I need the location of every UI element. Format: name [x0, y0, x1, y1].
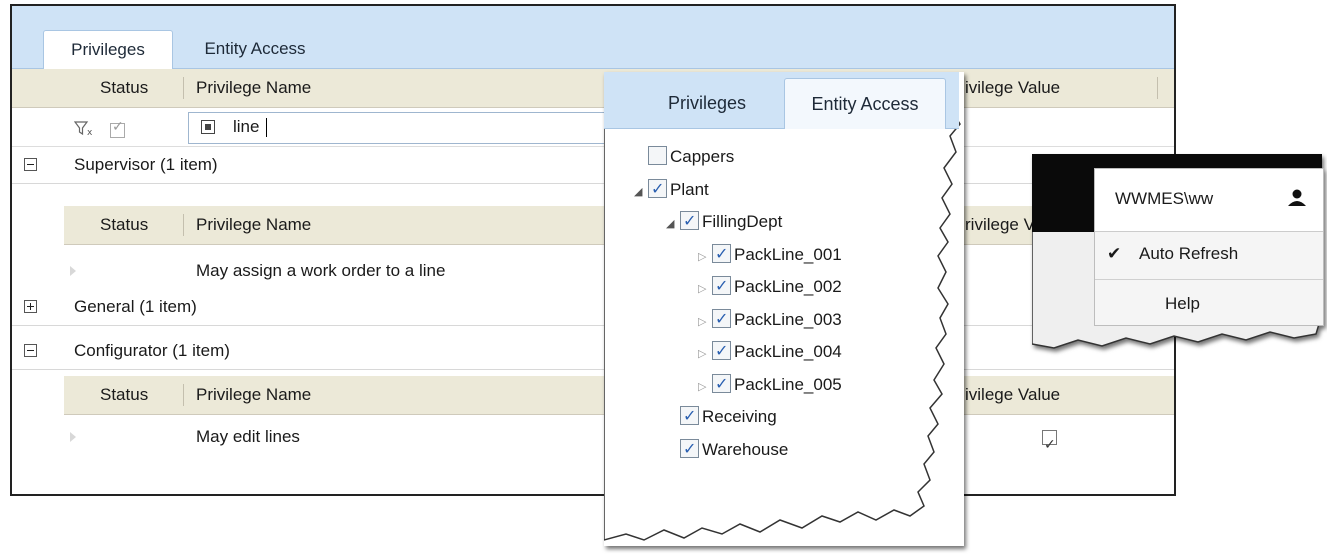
tree-node-label: PackLine_005: [734, 374, 842, 394]
tab-entity-access[interactable]: Entity Access: [784, 78, 946, 129]
column-separator[interactable]: [183, 214, 184, 236]
tree-node-label: Warehouse: [702, 439, 789, 459]
column-header-status[interactable]: Status: [100, 376, 148, 414]
expand-icon[interactable]: [24, 300, 37, 313]
tree-node-label: PackLine_003: [734, 309, 842, 329]
column-header-privilege-name[interactable]: Privilege Name: [196, 206, 311, 244]
group-supervisor[interactable]: Supervisor (1 item): [12, 147, 1174, 184]
tree-node[interactable]: ◢ Plant: [634, 176, 709, 205]
group-configurator[interactable]: Configurator (1 item): [12, 333, 1174, 370]
tree-expand-icon[interactable]: ▷: [698, 276, 712, 302]
column-header-privilege-value[interactable]: rivilege V: [965, 206, 1035, 244]
group-title: General (1 item): [74, 297, 197, 316]
user-dropdown-menu: WWMES\ww ✔ Auto Refresh Help: [1094, 168, 1324, 326]
menu-item-auto-refresh[interactable]: ✔ Auto Refresh: [1095, 231, 1323, 277]
menu-item-label: Help: [1165, 294, 1200, 313]
column-header-privilege-name[interactable]: Privilege Name: [196, 69, 311, 107]
text-caret: [266, 118, 267, 137]
table-row[interactable]: May assign a work order to a line: [12, 252, 1174, 290]
tree-expand-icon[interactable]: ▷: [698, 374, 712, 400]
user-account-button[interactable]: WWMES\ww: [1095, 169, 1323, 232]
status-filter-checkbox[interactable]: [110, 119, 125, 139]
tree-node-checkbox[interactable]: [680, 436, 699, 462]
tree-node-checkbox[interactable]: [712, 241, 731, 267]
menu-item-label: Auto Refresh: [1139, 244, 1239, 263]
tree-node-checkbox[interactable]: [712, 273, 731, 299]
check-icon: ✔: [1107, 244, 1122, 264]
tree-node[interactable]: Warehouse: [666, 436, 789, 463]
tree-expand-icon[interactable]: ▷: [698, 244, 712, 270]
menu-divider: [1095, 279, 1323, 280]
tree-expand-icon[interactable]: ▷: [698, 309, 712, 335]
privilege-value-cell[interactable]: [1042, 418, 1057, 464]
group-general[interactable]: General (1 item): [12, 289, 1174, 326]
tree-collapse-icon[interactable]: ◢: [634, 179, 648, 205]
menu-item-help[interactable]: Help: [1095, 281, 1323, 327]
tab-entity-access[interactable]: Entity Access: [180, 30, 330, 68]
tree-node-checkbox[interactable]: [712, 338, 731, 364]
tree-node-label: Receiving: [702, 407, 777, 426]
column-header-privilege-value[interactable]: ivilege Value: [965, 69, 1060, 107]
tree-node[interactable]: ▷ PackLine_002: [698, 273, 842, 302]
collapse-icon[interactable]: [24, 344, 37, 357]
tree-node-checkbox[interactable]: [712, 371, 731, 397]
tree-node-label: PackLine_002: [734, 277, 842, 296]
tree-node[interactable]: Receiving: [666, 403, 777, 430]
tab-privileges[interactable]: Privileges: [43, 30, 173, 70]
tree-node[interactable]: ▷ PackLine_004: [698, 338, 842, 367]
tree-node-label: PackLine_004: [734, 342, 842, 361]
column-separator: [1157, 77, 1158, 99]
filter-row: x line: [12, 108, 1174, 147]
row-expand-icon[interactable]: [70, 266, 76, 276]
tree-node-label: Plant: [670, 179, 709, 199]
column-header-status[interactable]: Status: [100, 206, 148, 244]
column-header-status[interactable]: Status: [100, 69, 148, 107]
tree-node[interactable]: ◢ FillingDept: [666, 208, 783, 237]
privilege-name-cell: May assign a work order to a line: [196, 261, 446, 280]
filter-operator-icon[interactable]: [201, 120, 215, 134]
tree-node[interactable]: ▷ PackLine_003: [698, 306, 842, 335]
tree-node[interactable]: ▷ PackLine_001: [698, 241, 842, 270]
privileges-window: Privileges Entity Access Status Privileg…: [10, 4, 1176, 496]
tree-node-checkbox[interactable]: [648, 176, 667, 202]
column-header-privilege-name[interactable]: Privilege Name: [196, 376, 311, 414]
tree-node-checkbox[interactable]: [648, 146, 667, 165]
group-title: Configurator (1 item): [74, 341, 230, 360]
table-row[interactable]: May edit lines: [12, 418, 1174, 456]
tree-node-label: FillingDept: [702, 212, 783, 231]
privilege-name-cell: May edit lines: [196, 427, 300, 446]
svg-text:x: x: [87, 128, 93, 136]
user-icon: [1288, 189, 1306, 206]
column-separator[interactable]: [183, 384, 184, 406]
filter-text: line: [233, 117, 260, 136]
group-title: Supervisor (1 item): [74, 155, 218, 174]
tree-node-label: PackLine_001: [734, 244, 842, 264]
entity-access-callout: Privileges Entity Access Cappers ◢ Plant ◢ F…: [604, 72, 964, 546]
tree-node[interactable]: ▷ PackLine_005: [698, 371, 842, 400]
user-menu-callout: WWMES\ww ✔ Auto Refresh Help: [1032, 154, 1324, 374]
privilege-value-checkbox[interactable]: [1042, 426, 1057, 464]
column-separator[interactable]: [183, 77, 184, 99]
tree-node-checkbox[interactable]: [712, 306, 731, 332]
clear-filter-icon[interactable]: x: [74, 120, 96, 136]
user-name: WWMES\ww: [1115, 189, 1214, 208]
tab-privileges[interactable]: Privileges: [632, 78, 782, 128]
tree-node-checkbox[interactable]: [680, 403, 699, 429]
entity-tab-bar: Privileges Entity Access: [604, 72, 959, 129]
tree-node-checkbox[interactable]: [680, 208, 699, 234]
row-expand-icon[interactable]: [70, 432, 76, 442]
tree-node[interactable]: Cappers: [634, 144, 734, 170]
tree-collapse-icon[interactable]: ◢: [666, 211, 680, 237]
tree-node-label: Cappers: [670, 147, 735, 166]
collapse-icon[interactable]: [24, 158, 37, 171]
column-header-privilege-value[interactable]: ivilege Value: [965, 376, 1060, 414]
tree-expand-icon[interactable]: ▷: [698, 341, 712, 367]
main-tab-bar: Privileges Entity Access: [12, 6, 1174, 70]
